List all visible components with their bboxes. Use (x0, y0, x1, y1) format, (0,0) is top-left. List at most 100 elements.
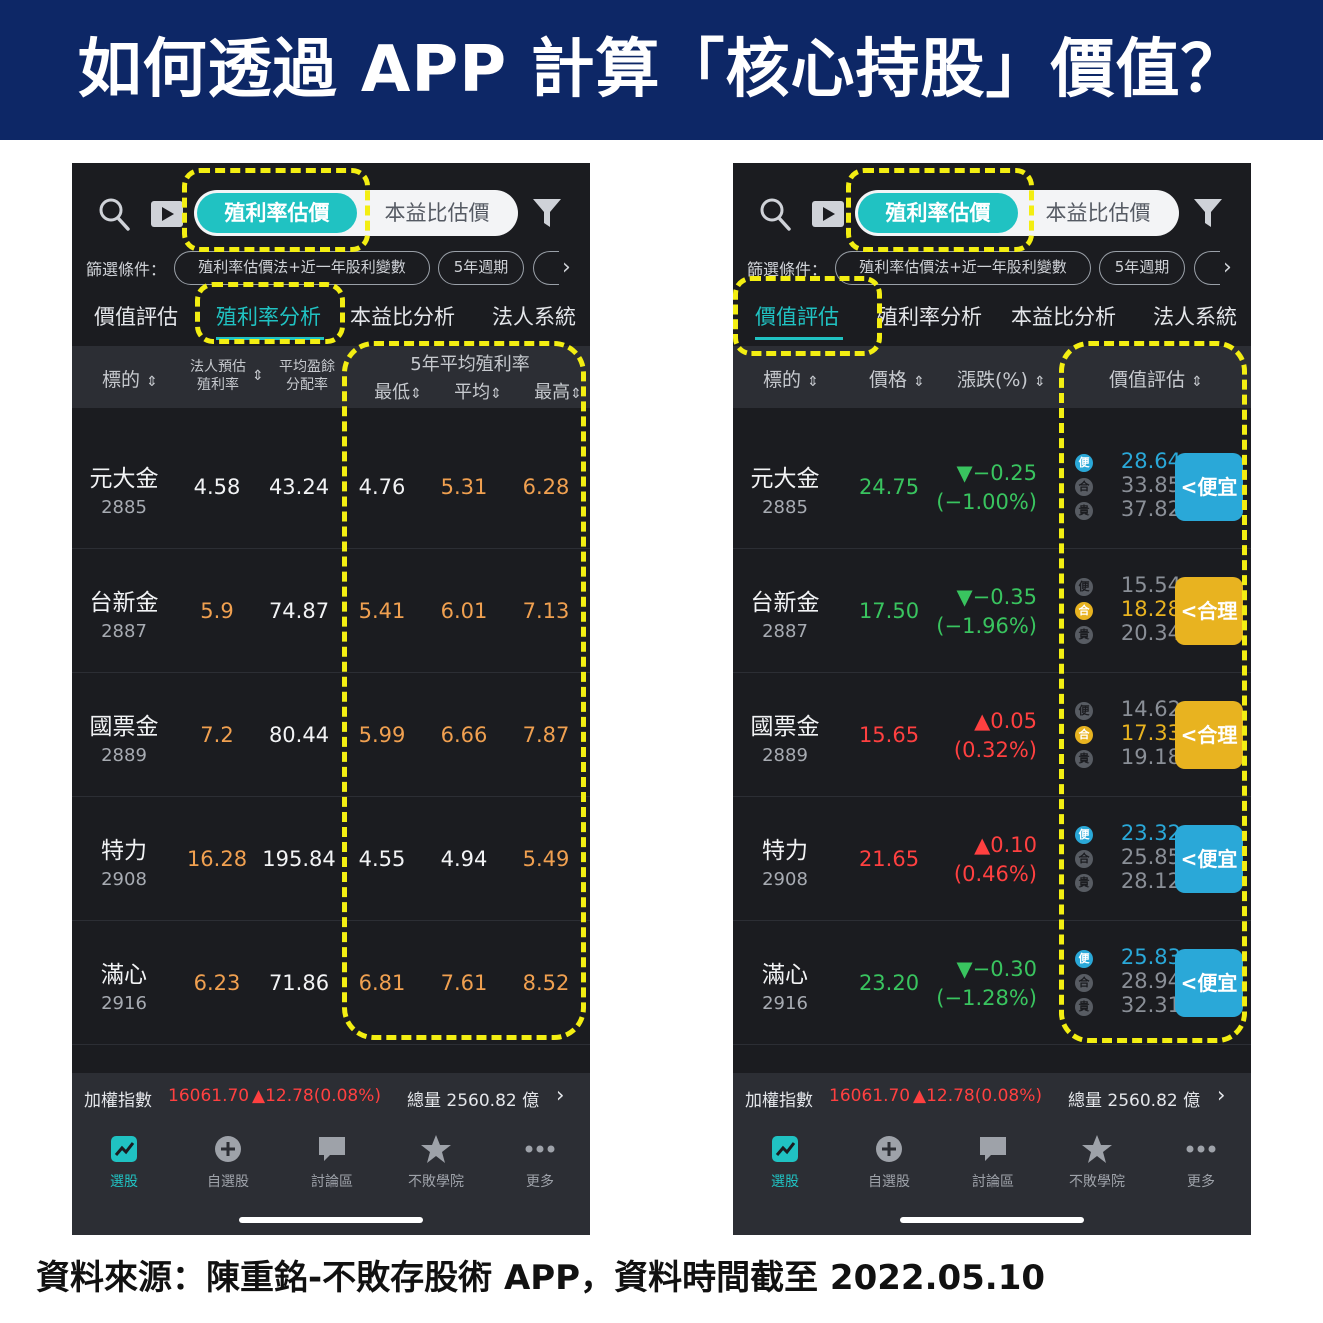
nav-label: 自選股 (207, 1174, 249, 1190)
nav-label: 不敗學院 (408, 1174, 464, 1190)
tab-pe-analysis[interactable]: 本益比分析 (1011, 301, 1116, 331)
stock-name: 台新金 (750, 590, 820, 616)
search-icon[interactable] (98, 197, 130, 231)
change-percent: (−1.00%) (936, 490, 1037, 514)
stock-name: 元大金 (89, 466, 159, 492)
tab-institutional[interactable]: 法人系統 (492, 301, 576, 331)
tab-institutional[interactable]: 法人系統 (1153, 301, 1237, 331)
stock-code: 2889 (762, 745, 808, 766)
stock-code: 2887 (101, 621, 147, 642)
tab-value-assessment[interactable]: 價值評估 (94, 301, 178, 331)
nav-label: 自選股 (868, 1174, 910, 1190)
filter-chip-more[interactable] (1194, 251, 1220, 285)
stock-code: 2889 (101, 745, 147, 766)
nav-stock-picker[interactable]: 選股 (733, 1133, 837, 1191)
nav-more[interactable]: 更多 (1149, 1133, 1251, 1191)
nav-watchlist[interactable]: 自選股 (176, 1133, 280, 1191)
inst-yield-value: 7.2 (200, 723, 234, 747)
header-price[interactable]: 價格 ⇕ (869, 365, 925, 392)
chevron-right-icon[interactable]: › (1217, 1083, 1225, 1107)
stock-code: 2887 (762, 621, 808, 642)
bottom-nav: 選股 自選股 討論區 不敗學院 更多 (733, 1121, 1251, 1235)
nav-watchlist[interactable]: 自選股 (837, 1133, 941, 1191)
nav-academy[interactable]: 不敗學院 (384, 1133, 488, 1191)
change-percent: (−1.28%) (936, 986, 1037, 1010)
header-change[interactable]: 漲跌(%) ⇕ (957, 365, 1046, 392)
nav-stock-picker[interactable]: 選股 (72, 1133, 176, 1191)
nav-label: 更多 (1187, 1174, 1215, 1190)
home-indicator[interactable] (900, 1217, 1084, 1223)
nav-more[interactable]: 更多 (488, 1133, 590, 1191)
trend-chart-icon (772, 1136, 798, 1162)
payout-value: 80.44 (268, 723, 330, 747)
market-summary-bar[interactable]: 加權指數 16061.70 ▲12.78(0.08%) 總量 2560.82 億… (733, 1073, 1251, 1121)
filter-chip-method[interactable]: 殖利率估價法+近一年股利變數 (174, 251, 430, 285)
market-label: 加權指數 (84, 1091, 152, 1111)
star-icon (1082, 1135, 1112, 1163)
tab-pe-analysis[interactable]: 本益比分析 (350, 301, 455, 331)
inst-yield-value: 6.23 (193, 971, 241, 995)
market-index-value: 16061.70 (168, 1086, 250, 1106)
filter-conditions: 篩選條件： 殖利率估價法+近一年股利變數 5年週期 › (72, 249, 590, 287)
highlight-value-assessment-tab (733, 276, 882, 356)
header-stock[interactable]: 標的 ⇕ (763, 365, 819, 392)
nav-label: 選股 (771, 1174, 799, 1190)
highlight-yield-analysis-tab (195, 282, 345, 344)
pe-valuation-button[interactable]: 本益比估價 (359, 193, 515, 233)
stock-name: 特力 (101, 838, 147, 864)
payout-value: 71.86 (268, 971, 330, 995)
nav-label: 更多 (526, 1174, 554, 1190)
change-value: ▼−0.25 (956, 461, 1037, 485)
stock-name: 台新金 (89, 590, 159, 616)
nav-label: 不敗學院 (1069, 1174, 1125, 1190)
tab-yield-analysis[interactable]: 殖利率分析 (877, 301, 982, 331)
stock-code: 2916 (762, 993, 808, 1014)
inst-yield-value: 4.58 (193, 475, 241, 499)
market-index-change: ▲12.78(0.08%) (913, 1086, 1043, 1106)
highlight-yield-valuation (182, 168, 370, 252)
video-icon[interactable] (150, 200, 184, 228)
change-value: ▲0.05 (974, 709, 1037, 733)
filter-label: 篩選條件： (86, 260, 167, 279)
left-phone-screen: 殖利率估價 本益比估價 篩選條件： 殖利率估價法+近一年股利變數 5年週期 › … (72, 163, 590, 1235)
video-icon[interactable] (811, 200, 845, 228)
change-value: ▼−0.30 (956, 957, 1037, 981)
filter-icon[interactable] (532, 197, 562, 229)
home-indicator[interactable] (239, 1217, 423, 1223)
stock-code: 2885 (762, 497, 808, 518)
payout-value: 74.87 (268, 599, 330, 623)
stock-name: 元大金 (750, 466, 820, 492)
chat-bubble-icon (980, 1137, 1006, 1161)
filter-chip-period[interactable]: 5年週期 (1099, 251, 1185, 285)
trend-chart-icon (111, 1136, 137, 1162)
search-icon[interactable] (759, 197, 791, 231)
header-inst-yield[interactable]: 法人預估 殖利率 (188, 358, 248, 394)
header-stock[interactable]: 標的 ⇕ (102, 365, 158, 392)
chevron-right-icon[interactable]: › (1223, 255, 1232, 280)
nav-forum[interactable]: 討論區 (280, 1133, 384, 1191)
highlight-5yr-yield-columns (342, 341, 586, 1040)
change-value: ▲0.10 (974, 833, 1037, 857)
nav-label: 討論區 (972, 1174, 1014, 1190)
filter-icon[interactable] (1193, 197, 1223, 229)
market-index-change: ▲12.78(0.08%) (252, 1086, 382, 1106)
pe-valuation-button[interactable]: 本益比估價 (1020, 193, 1176, 233)
header-payout[interactable]: 平均盈餘 分配率 (276, 358, 338, 394)
sort-icon[interactable]: ⇕ (252, 368, 264, 384)
chevron-right-icon[interactable]: › (556, 1083, 564, 1107)
highlight-valuation-column (1059, 341, 1247, 1043)
nav-academy[interactable]: 不敗學院 (1045, 1133, 1149, 1191)
filter-chip-more[interactable] (533, 251, 559, 285)
data-source-note: 資料來源：陳重銘-不敗存股術 APP，資料時間截至 2022.05.10 (36, 1258, 1046, 1298)
change-percent: (0.32%) (953, 738, 1037, 762)
nav-forum[interactable]: 討論區 (941, 1133, 1045, 1191)
filter-chip-period[interactable]: 5年週期 (438, 251, 524, 285)
stock-code: 2885 (101, 497, 147, 518)
chevron-right-icon[interactable]: › (562, 255, 571, 280)
banner-title: 如何透過 APP 計算「核心持股」價值？ (0, 0, 1323, 140)
highlight-yield-valuation (846, 168, 1034, 252)
stock-name: 國票金 (89, 714, 159, 740)
change-percent: (−1.96%) (936, 614, 1037, 638)
market-summary-bar[interactable]: 加權指數 16061.70 ▲12.78(0.08%) 總量 2560.82 億… (72, 1073, 590, 1121)
stock-name: 國票金 (750, 714, 820, 740)
